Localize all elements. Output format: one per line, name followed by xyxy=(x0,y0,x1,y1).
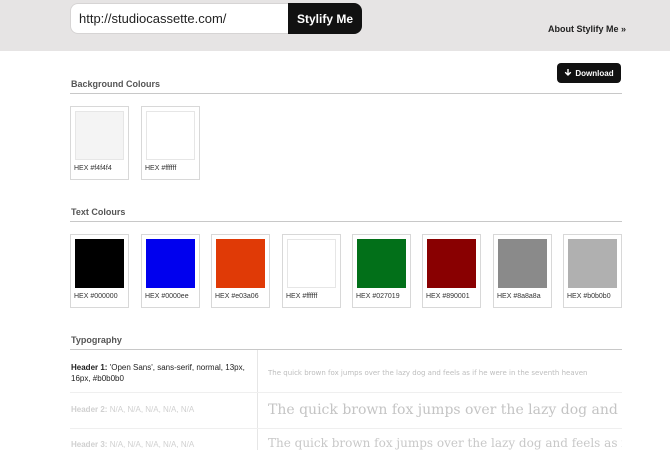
download-label: Download xyxy=(575,68,614,78)
text-colours-title: Text Colours xyxy=(71,207,126,217)
typography-sample: The quick brown fox jumps over the lazy … xyxy=(268,369,588,377)
text-swatch: HEX #0000ee xyxy=(141,234,200,308)
typography-sample: The quick brown fox jumps over the lazy … xyxy=(268,402,622,418)
typography-spec-value: N/A, N/A, N/A, N/A, N/A xyxy=(109,440,195,449)
text-swatch: HEX #ffffff xyxy=(282,234,341,308)
colour-chip xyxy=(498,239,547,288)
hex-label: HEX #f4f4f4 xyxy=(74,165,112,172)
download-button[interactable]: Download xyxy=(557,63,621,83)
text-swatch: HEX #b0b0b0 xyxy=(563,234,622,308)
hex-label: HEX #b0b0b0 xyxy=(567,293,611,300)
typography-spec-name: Header 1: xyxy=(71,363,108,372)
about-link[interactable]: About Stylify Me » xyxy=(548,24,626,34)
typography-spec: Header 3: N/A, N/A, N/A, N/A, N/A xyxy=(71,439,251,450)
typography-sample: The quick brown fox jumps over the lazy … xyxy=(268,436,622,450)
stylify-button[interactable]: Stylify Me xyxy=(288,3,362,34)
colour-chip xyxy=(146,239,195,288)
typography-spec: Header 1: 'Open Sans', sans-serif, norma… xyxy=(71,362,251,384)
text-swatch: HEX #e03a06 xyxy=(211,234,270,308)
hex-label: HEX #0000ee xyxy=(145,293,189,300)
colour-chip xyxy=(357,239,406,288)
hex-label: HEX #ffffff xyxy=(145,165,177,172)
colour-chip xyxy=(216,239,265,288)
typography-row-header-2: Header 2: N/A, N/A, N/A, N/A, N/A The qu… xyxy=(70,393,622,429)
typography-spec-name: Header 2: xyxy=(71,405,108,414)
url-input[interactable] xyxy=(70,3,289,34)
typography-title: Typography xyxy=(71,335,122,345)
typography-column-divider xyxy=(257,350,258,393)
text-colours-divider xyxy=(70,221,622,222)
top-bar: Stylify Me About Stylify Me » xyxy=(0,0,670,51)
download-arrow-icon xyxy=(565,69,572,76)
colour-chip xyxy=(146,111,195,160)
hex-label: HEX #890001 xyxy=(426,293,470,300)
background-swatch: HEX #f4f4f4 xyxy=(70,106,129,180)
colour-chip xyxy=(75,239,124,288)
colour-chip xyxy=(287,239,336,288)
hex-label: HEX #027019 xyxy=(356,293,400,300)
typography-column-divider xyxy=(257,393,258,429)
typography-spec: Header 2: N/A, N/A, N/A, N/A, N/A xyxy=(71,404,251,415)
typography-row-header-3: Header 3: N/A, N/A, N/A, N/A, N/A The qu… xyxy=(70,429,622,450)
text-swatch: HEX #890001 xyxy=(422,234,481,308)
hex-label: HEX #ffffff xyxy=(286,293,318,300)
text-swatch: HEX #000000 xyxy=(70,234,129,308)
colour-chip xyxy=(75,111,124,160)
colour-chip xyxy=(427,239,476,288)
hex-label: HEX #000000 xyxy=(74,293,118,300)
typography-row-header-1: Header 1: 'Open Sans', sans-serif, norma… xyxy=(70,350,622,393)
background-colours-divider xyxy=(70,93,622,94)
text-swatch: HEX #027019 xyxy=(352,234,411,308)
typography-spec-name: Header 3: xyxy=(71,440,108,449)
background-swatch: HEX #ffffff xyxy=(141,106,200,180)
background-colours-title: Background Colours xyxy=(71,79,161,89)
typography-column-divider xyxy=(257,429,258,450)
colour-chip xyxy=(568,239,617,288)
typography-spec-value: N/A, N/A, N/A, N/A, N/A xyxy=(109,405,195,414)
hex-label: HEX #e03a06 xyxy=(215,293,259,300)
text-swatch: HEX #8a8a8a xyxy=(493,234,552,308)
hex-label: HEX #8a8a8a xyxy=(497,293,541,300)
